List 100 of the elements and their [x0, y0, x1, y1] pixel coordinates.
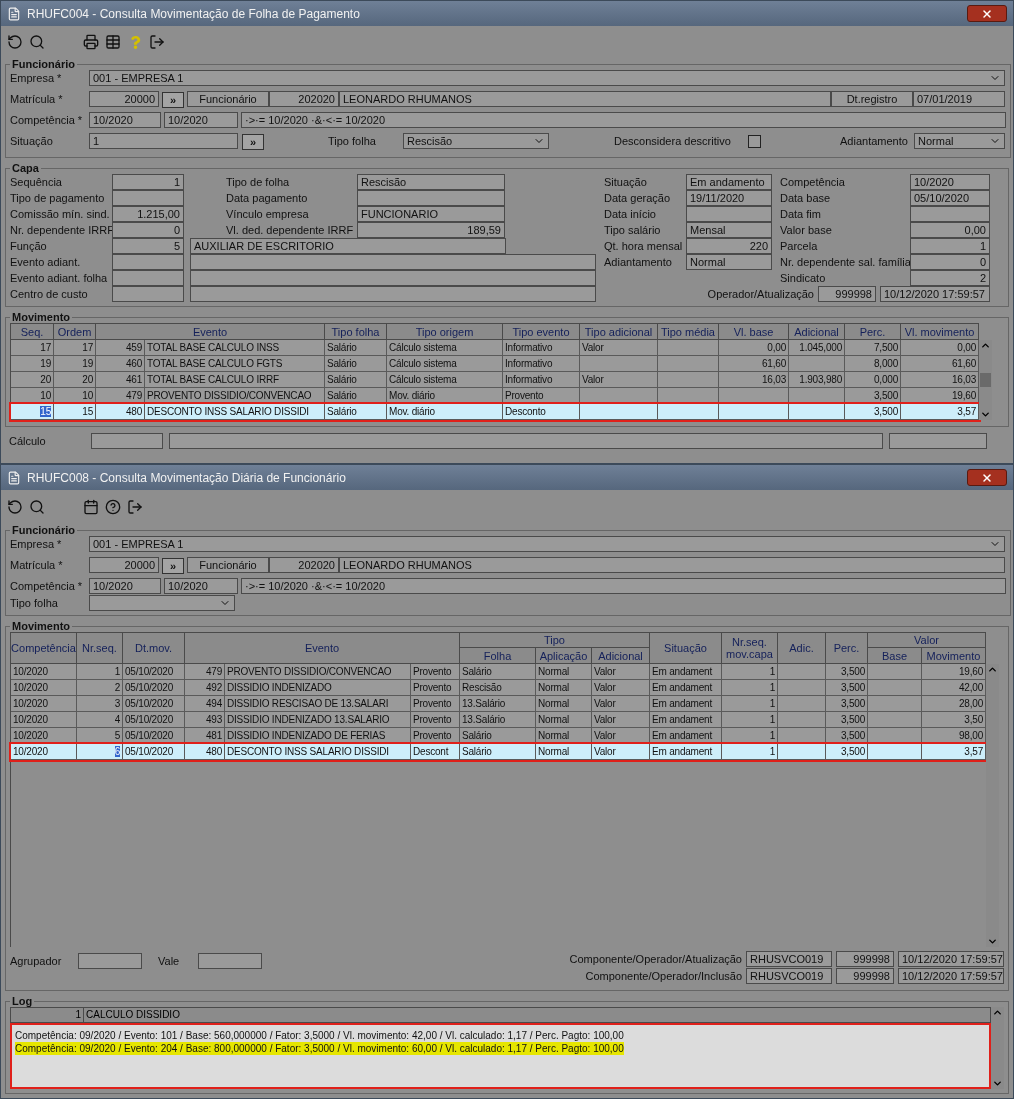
text-field[interactable]: 19/11/2020: [686, 190, 772, 206]
text-field[interactable]: 10/2020: [164, 112, 238, 128]
dropdown[interactable]: [89, 595, 235, 611]
text-field[interactable]: ·>·= 10/2020 ·&·<·= 10/2020: [241, 578, 1006, 594]
column-header[interactable]: Situação: [650, 633, 722, 664]
dropdown[interactable]: Rescisão: [403, 133, 549, 149]
text-field[interactable]: 10/12/2020 17:59:57: [880, 286, 990, 302]
close-button[interactable]: [967, 469, 1007, 486]
column-header[interactable]: Tipo adicional: [580, 324, 658, 340]
table-row[interactable]: 10/2020 3 05/10/2020 494 DISSIDIO RESCISAO DE 13.SALARI Provento 13.Salário Normal Valor Em andament 1 3,500 28,00: [11, 696, 986, 712]
lookup-button[interactable]: »: [162, 558, 184, 574]
text-field[interactable]: ·>·= 10/2020 ·&·<·= 10/2020: [241, 112, 1006, 128]
column-header[interactable]: Folha: [460, 648, 536, 664]
dropdown[interactable]: 001 - EMPRESA 1: [89, 70, 1005, 86]
text-field[interactable]: 10/2020: [89, 112, 161, 128]
scrollbar[interactable]: [979, 340, 992, 420]
text-field[interactable]: [112, 270, 184, 286]
text-field[interactable]: Rescisão: [357, 174, 505, 190]
text-field[interactable]: 2: [910, 270, 990, 286]
text-field[interactable]: 220: [686, 238, 772, 254]
column-header[interactable]: Vl. base: [719, 324, 789, 340]
text-field[interactable]: 1: [112, 174, 184, 190]
text-field[interactable]: [169, 433, 883, 449]
text-field[interactable]: [190, 254, 596, 270]
column-header[interactable]: Evento: [96, 324, 325, 340]
text-field[interactable]: FUNCIONARIO: [357, 206, 505, 222]
refresh-button[interactable]: [5, 497, 25, 517]
column-header[interactable]: Ordem: [54, 324, 96, 340]
text-field[interactable]: 1: [910, 238, 990, 254]
column-header[interactable]: Adicional: [592, 648, 650, 664]
text-field[interactable]: 1: [89, 133, 238, 149]
table-row[interactable]: 17 17 459 TOTAL BASE CALCULO INSS Salário Cálculo sistema Informativo Valor 0,00 1.045,000 7,500 0,00: [11, 340, 979, 356]
text-field[interactable]: 0,00: [910, 222, 990, 238]
column-header[interactable]: Base: [868, 648, 922, 664]
column-header[interactable]: Tipo folha: [325, 324, 387, 340]
print-button[interactable]: [81, 32, 101, 52]
text-field[interactable]: 20000: [89, 557, 159, 573]
text-field[interactable]: [889, 433, 987, 449]
text-field[interactable]: RHUSVCO019: [746, 951, 832, 967]
table-row[interactable]: 19 19 460 TOTAL BASE CALCULO FGTS Salário Cálculo sistema Informativo 61,60 8,000 61,60: [11, 356, 979, 372]
checkbox[interactable]: [748, 134, 761, 148]
text-field[interactable]: [190, 270, 596, 286]
column-header[interactable]: Tipo evento: [503, 324, 580, 340]
table-row[interactable]: 10/2020 4 05/10/2020 493 DISSIDIO INDENIZADO 13.SALARIO Provento 13.Salário Normal Valor Em andament 1 3,500 3,50: [11, 712, 986, 728]
column-header[interactable]: Movimento: [922, 648, 986, 664]
text-field[interactable]: [190, 286, 596, 302]
text-field[interactable]: [910, 206, 990, 222]
text-field[interactable]: 10/12/2020 17:59:57: [898, 968, 1004, 984]
text-field[interactable]: [357, 190, 505, 206]
text-field[interactable]: 999998: [836, 968, 894, 984]
column-header[interactable]: Aplicação: [536, 648, 592, 664]
text-field[interactable]: 202020: [269, 557, 339, 573]
column-header[interactable]: Dt.mov.: [123, 633, 185, 664]
column-header[interactable]: Adicional: [789, 324, 845, 340]
column-header[interactable]: Perc.: [826, 633, 868, 664]
text-field[interactable]: [198, 953, 262, 969]
text-field[interactable]: 1.215,00: [112, 206, 184, 222]
text-field[interactable]: [112, 190, 184, 206]
text-field[interactable]: 189,59: [357, 222, 505, 238]
dropdown[interactable]: Normal: [914, 133, 1005, 149]
text-field[interactable]: 999998: [818, 286, 876, 302]
refresh-button[interactable]: [5, 32, 25, 52]
scrollbar[interactable]: [991, 1007, 1004, 1089]
column-header[interactable]: Adic.: [778, 633, 826, 664]
column-header[interactable]: Tipo origem: [387, 324, 503, 340]
table-row[interactable]: 10/2020 1 05/10/2020 479 PROVENTO DISSIDIO/CONVENCAO Provento Salário Normal Valor Em andament 1 3,500 19,60: [11, 664, 986, 680]
column-header[interactable]: Perc.: [845, 324, 901, 340]
column-header[interactable]: Tipo média: [658, 324, 719, 340]
column-header[interactable]: Nr.seq.: [77, 633, 123, 664]
lookup-button[interactable]: »: [162, 92, 184, 108]
text-field[interactable]: [686, 206, 772, 222]
text-field[interactable]: 20000: [89, 91, 159, 107]
text-field[interactable]: LEONARDO RHUMANOS: [339, 557, 1005, 573]
scroll-thumb[interactable]: [980, 373, 991, 387]
text-field[interactable]: 5: [112, 238, 184, 254]
table-row[interactable]: 20 20 461 TOTAL BASE CALCULO IRRF Salário Cálculo sistema Informativo Valor 16,03 1.903,980 0,000 16,03: [11, 372, 979, 388]
calendar-button[interactable]: [81, 497, 101, 517]
column-header[interactable]: Seq.: [11, 324, 54, 340]
text-field[interactable]: 07/01/2019: [913, 91, 1005, 107]
help-button[interactable]: [103, 497, 123, 517]
text-field[interactable]: 05/10/2020: [910, 190, 990, 206]
log-text-area[interactable]: [10, 1023, 991, 1089]
text-field[interactable]: Em andamento: [686, 174, 772, 190]
text-field[interactable]: 202020: [269, 91, 339, 107]
text-field[interactable]: 10/2020: [910, 174, 990, 190]
text-field[interactable]: RHUSVCO019: [746, 968, 832, 984]
text-field[interactable]: 10/2020: [89, 578, 161, 594]
table-row[interactable]: 15 15 480 DESCONTO INSS SALARIO DISSIDI Salário Mov. diário Desconto 3,500 3,57: [11, 404, 979, 420]
column-header[interactable]: Competência: [11, 633, 77, 664]
table-row[interactable]: 10/2020 6 05/10/2020 480 DESCONTO INSS SALARIO DISSIDI Descont Salário Normal Valor Em andament 1 3,500 3,57: [11, 744, 986, 760]
text-field[interactable]: 0: [112, 222, 184, 238]
text-field[interactable]: 10/12/2020 17:59:57: [898, 951, 1004, 967]
column-header[interactable]: Evento: [185, 633, 460, 664]
scrollbar[interactable]: [986, 664, 999, 947]
text-field[interactable]: [112, 254, 184, 270]
text-field[interactable]: [112, 286, 184, 302]
text-field[interactable]: AUXILIAR DE ESCRITORIO: [190, 238, 506, 254]
text-field[interactable]: [91, 433, 163, 449]
dropdown[interactable]: 001 - EMPRESA 1: [89, 536, 1005, 552]
text-field[interactable]: [78, 953, 142, 969]
